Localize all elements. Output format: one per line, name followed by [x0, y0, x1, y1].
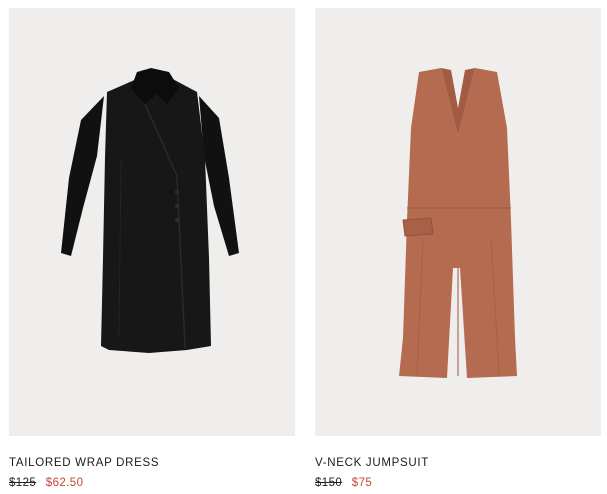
product-image[interactable]	[9, 8, 295, 436]
product-card-tailored-wrap-dress[interactable]: TAILORED WRAP DRESS $125 $62.50	[9, 8, 295, 490]
product-card-v-neck-jumpsuit[interactable]: V-NECK JUMPSUIT $150 $75	[315, 8, 601, 490]
wrap-dress-image	[61, 68, 239, 353]
product-prices: $125 $62.50	[9, 476, 295, 490]
sale-price: $62.50	[45, 477, 84, 489]
sale-price: $75	[351, 477, 373, 489]
original-price: $125	[9, 477, 37, 489]
product-image[interactable]	[315, 8, 601, 436]
product-grid: TAILORED WRAP DRESS $125 $62.50 V-NECK J…	[0, 0, 607, 494]
product-prices: $150 $75	[315, 476, 601, 490]
jumpsuit-image	[399, 68, 517, 378]
product-name[interactable]: TAILORED WRAP DRESS	[9, 456, 295, 470]
original-price: $150	[315, 477, 343, 489]
product-name[interactable]: V-NECK JUMPSUIT	[315, 456, 601, 470]
